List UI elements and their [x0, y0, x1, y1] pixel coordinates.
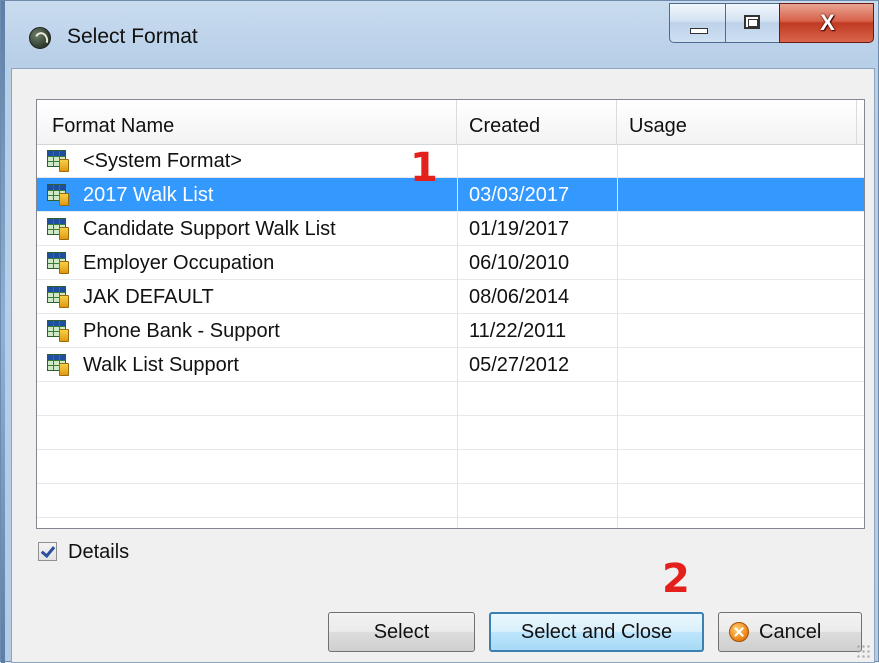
row-gridline: [37, 415, 864, 416]
details-checkbox[interactable]: [38, 542, 57, 561]
row-gridline: [37, 177, 864, 178]
cell-created: 11/22/2011: [469, 320, 567, 342]
dialog-client-area: Format Name Created Usage <System Format…: [11, 68, 875, 663]
annotation-marker-1: 1: [410, 145, 438, 191]
empty-row: [37, 382, 864, 416]
row-gridline: [37, 449, 864, 450]
select-format-dialog: Select Format X Format Name Created Usag…: [0, 0, 879, 663]
minimize-button[interactable]: [669, 3, 726, 43]
cell-created: 01/19/2017: [469, 218, 570, 240]
row-gridline: [37, 517, 864, 518]
maximize-button[interactable]: [725, 3, 780, 43]
row-gridline: [37, 245, 864, 246]
cell-format-name: 2017 Walk List: [83, 184, 214, 206]
cancel-button[interactable]: Cancel: [718, 612, 862, 652]
format-list[interactable]: Format Name Created Usage <System Format…: [36, 99, 865, 529]
cell-usage: [617, 178, 857, 212]
table-row[interactable]: Candidate Support Walk List 01/19/2017: [37, 212, 864, 246]
details-label[interactable]: Details: [68, 541, 129, 564]
select-button[interactable]: Select: [328, 612, 475, 652]
row-gridline: [37, 211, 864, 212]
window-frame-edge: [1, 1, 5, 663]
table-row[interactable]: <System Format>: [37, 144, 864, 178]
column-header-usage[interactable]: Usage: [617, 100, 857, 144]
cell-format-name: Phone Bank - Support: [83, 320, 280, 342]
column-header-created[interactable]: Created: [457, 100, 617, 144]
cell-usage: [617, 246, 857, 280]
cell-usage: [617, 314, 857, 348]
empty-row: [37, 484, 864, 518]
title-bar[interactable]: Select Format X: [1, 1, 879, 71]
cell-format-name: <System Format>: [83, 150, 242, 172]
list-header: Format Name Created Usage: [37, 100, 864, 145]
row-gridline: [37, 313, 864, 314]
table-row[interactable]: Phone Bank - Support 11/22/2011: [37, 314, 864, 348]
column-gridline: [617, 144, 618, 528]
cell-created: [457, 144, 617, 178]
cancel-icon: [729, 622, 749, 642]
row-gridline: [37, 483, 864, 484]
cancel-label: Cancel: [759, 621, 822, 643]
cell-format-name: Employer Occupation: [83, 252, 275, 274]
cell-usage: [617, 144, 857, 178]
close-button[interactable]: X: [779, 3, 874, 43]
cell-format-name: Walk List Support: [83, 354, 239, 376]
cell-created: 08/06/2014: [469, 286, 570, 308]
cell-usage: [617, 348, 857, 382]
app-logo-icon: [29, 27, 51, 49]
table-row[interactable]: Employer Occupation 06/10/2010: [37, 246, 864, 280]
cell-usage: [617, 280, 857, 314]
row-gridline: [37, 381, 864, 382]
select-and-close-button[interactable]: Select and Close: [489, 612, 704, 652]
resize-grip-icon[interactable]: [856, 644, 870, 658]
row-gridline: [37, 347, 864, 348]
maximize-icon: [744, 15, 760, 29]
column-gridline: [457, 144, 458, 528]
cell-format-name: JAK DEFAULT: [83, 286, 214, 308]
cell-created: 06/10/2010: [469, 252, 570, 274]
cell-created: 05/27/2012: [469, 354, 570, 376]
cell-created: 03/03/2017: [469, 184, 570, 206]
table-row[interactable]: JAK DEFAULT 08/06/2014: [37, 280, 864, 314]
row-gridline: [37, 279, 864, 280]
cell-usage: [617, 212, 857, 246]
empty-row: [37, 450, 864, 484]
table-row[interactable]: 2017 Walk List 03/03/2017: [37, 178, 864, 212]
column-header-format-name[interactable]: Format Name: [37, 100, 457, 144]
close-icon: X: [820, 10, 835, 35]
table-row[interactable]: Walk List Support 05/27/2012: [37, 348, 864, 382]
cell-format-name: Candidate Support Walk List: [83, 218, 336, 240]
annotation-marker-2: 2: [662, 556, 690, 602]
minimize-icon: [690, 28, 708, 34]
empty-row: [37, 416, 864, 450]
window-title: Select Format: [67, 25, 198, 48]
